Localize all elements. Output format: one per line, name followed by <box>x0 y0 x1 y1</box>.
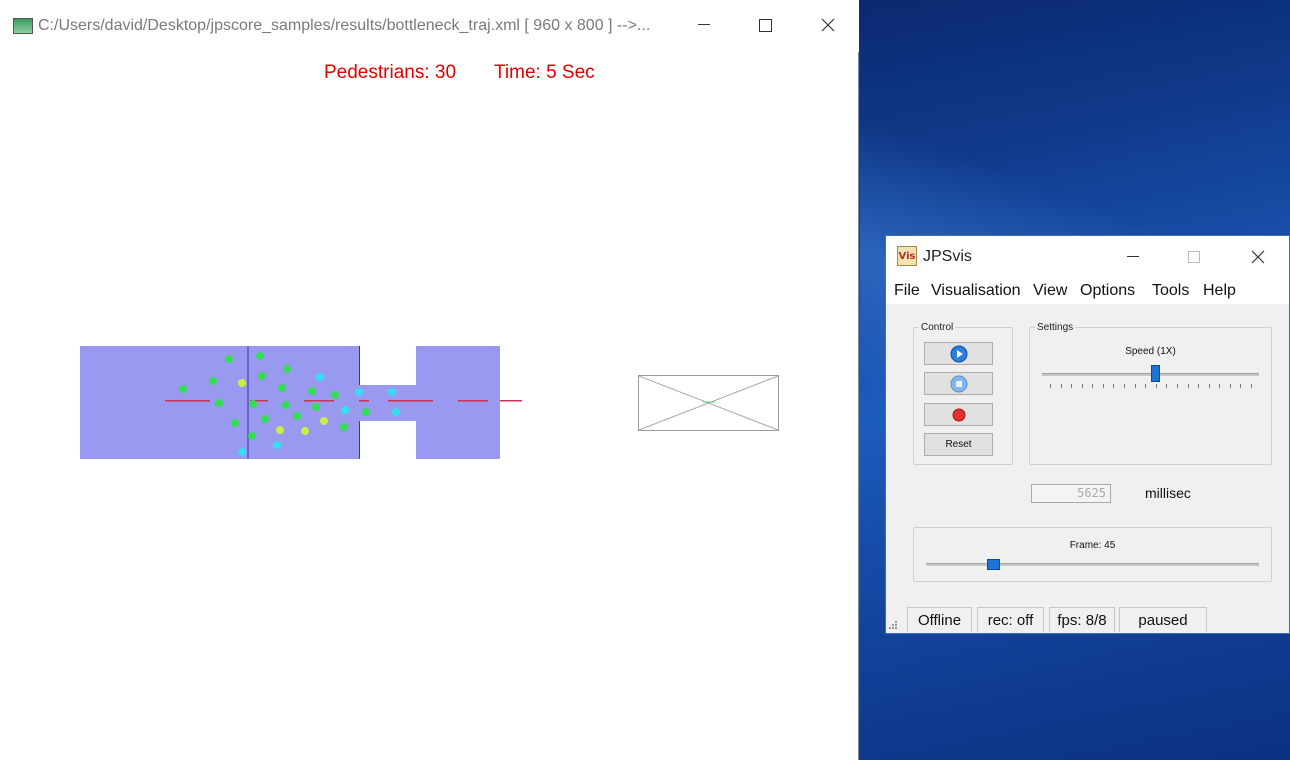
pedestrian <box>231 419 239 427</box>
record-button[interactable] <box>924 403 993 426</box>
jpsvis-logo-icon: Vis <box>897 246 917 266</box>
lcd-unit-label: millisec <box>1145 485 1191 501</box>
jpsvis-close-button[interactable] <box>1238 242 1278 272</box>
pedestrian <box>392 408 400 416</box>
status-recording: rec: off <box>977 607 1044 632</box>
slider-tick <box>1219 384 1221 388</box>
minimize-icon <box>1127 256 1139 257</box>
jpsvis-title-bar[interactable]: Vis JPSvis <box>886 236 1289 278</box>
slider-tick <box>1102 384 1104 388</box>
pedestrian <box>238 379 246 387</box>
frame-slider-handle[interactable] <box>986 559 1000 570</box>
jpsvis-maximize-button[interactable] <box>1174 242 1214 272</box>
pedestrian <box>308 387 316 395</box>
pedestrian <box>355 388 363 396</box>
menu-file[interactable]: File <box>894 282 920 300</box>
bottleneck-corridor <box>360 385 416 421</box>
slider-tick <box>1176 384 1178 388</box>
pedestrian <box>362 408 370 416</box>
label-mark <box>458 400 488 402</box>
slider-tick <box>1240 384 1242 388</box>
pedestrian <box>225 355 233 363</box>
slider-tick <box>1134 384 1136 388</box>
pedestrian <box>316 373 324 381</box>
pedestrian <box>209 377 217 385</box>
pedestrian <box>248 432 256 440</box>
frame-label: Frame: 45 <box>1069 540 1116 551</box>
jpsvis-window[interactable]: Vis JPSvis File Visualisation View Optio… <box>885 235 1290 634</box>
label-mark <box>304 400 334 402</box>
slider-tick <box>1198 384 1200 388</box>
slider-tick <box>1071 384 1073 388</box>
status-playback: paused <box>1119 607 1207 632</box>
record-icon <box>952 408 965 421</box>
slider-tick <box>1229 384 1231 388</box>
pedestrian <box>256 352 264 360</box>
slider-tick <box>1145 384 1147 388</box>
pedestrian <box>258 372 266 380</box>
pedestrian <box>179 385 187 393</box>
pedestrian <box>388 388 396 396</box>
label-mark <box>500 400 522 402</box>
label-mark <box>388 400 433 402</box>
slider-tick <box>1251 384 1252 388</box>
control-group-label: Control <box>919 322 956 333</box>
pedestrian <box>301 427 309 435</box>
close-icon <box>1251 250 1265 264</box>
pedestrian <box>282 401 290 409</box>
frame-group <box>913 527 1272 582</box>
play-icon <box>950 345 967 362</box>
jpsvis-window-title: JPSvis <box>923 248 972 265</box>
pedestrian <box>331 391 339 399</box>
menu-visualisation[interactable]: Visualisation <box>931 282 1021 300</box>
pedestrian <box>215 399 223 407</box>
slider-tick <box>1050 384 1051 388</box>
status-connection: Offline <box>907 607 972 632</box>
slider-tick <box>1124 384 1126 388</box>
pedestrian <box>283 365 291 373</box>
reset-button[interactable]: Reset <box>924 433 993 456</box>
menu-help[interactable]: Help <box>1203 282 1236 300</box>
settings-group-label: Settings <box>1035 322 1076 333</box>
visualisation-window[interactable]: C:/Users/david/Desktop/jpscore_samples/r… <box>0 0 859 760</box>
play-button[interactable] <box>924 342 993 365</box>
pedestrian <box>238 448 246 456</box>
slider-tick <box>1208 384 1210 388</box>
pedestrian <box>261 415 269 423</box>
pedestrian <box>312 403 320 411</box>
pedestrian <box>276 426 284 434</box>
label-mark <box>359 400 369 402</box>
status-fps: fps: 8/8 <box>1049 607 1115 632</box>
slider-tick <box>1155 384 1157 388</box>
room-right <box>416 346 500 459</box>
speed-label: Speed (1X) <box>1125 346 1176 357</box>
stop-icon <box>950 375 967 392</box>
menu-bar: File Visualisation View Options Tools He… <box>886 278 1289 304</box>
menu-tools[interactable]: Tools <box>1152 282 1189 300</box>
label-mark <box>165 400 210 402</box>
frame-slider-track[interactable] <box>926 563 1259 566</box>
stop-button[interactable] <box>924 372 993 395</box>
pedestrian <box>249 400 257 408</box>
menu-options[interactable]: Options <box>1080 282 1135 300</box>
speed-slider-handle[interactable] <box>1150 365 1160 382</box>
pedestrian <box>320 417 328 425</box>
pedestrian <box>341 406 349 414</box>
pedestrian <box>273 441 281 449</box>
pedestrian <box>340 423 348 431</box>
jpsvis-minimize-button[interactable] <box>1113 242 1153 272</box>
time-lcd-display: 5625 <box>1031 484 1111 503</box>
slider-tick <box>1060 384 1062 388</box>
maximize-icon <box>1188 251 1200 263</box>
slider-tick <box>1187 384 1189 388</box>
slider-tick <box>1166 384 1168 388</box>
slider-tick <box>1113 384 1115 388</box>
menu-view[interactable]: View <box>1033 282 1067 300</box>
slider-tick <box>1081 384 1083 388</box>
slider-tick <box>1092 384 1094 388</box>
pedestrian <box>293 412 301 420</box>
geometry-scene[interactable] <box>0 0 859 760</box>
pedestrian <box>278 384 286 392</box>
resize-grip-icon[interactable] <box>888 620 898 630</box>
